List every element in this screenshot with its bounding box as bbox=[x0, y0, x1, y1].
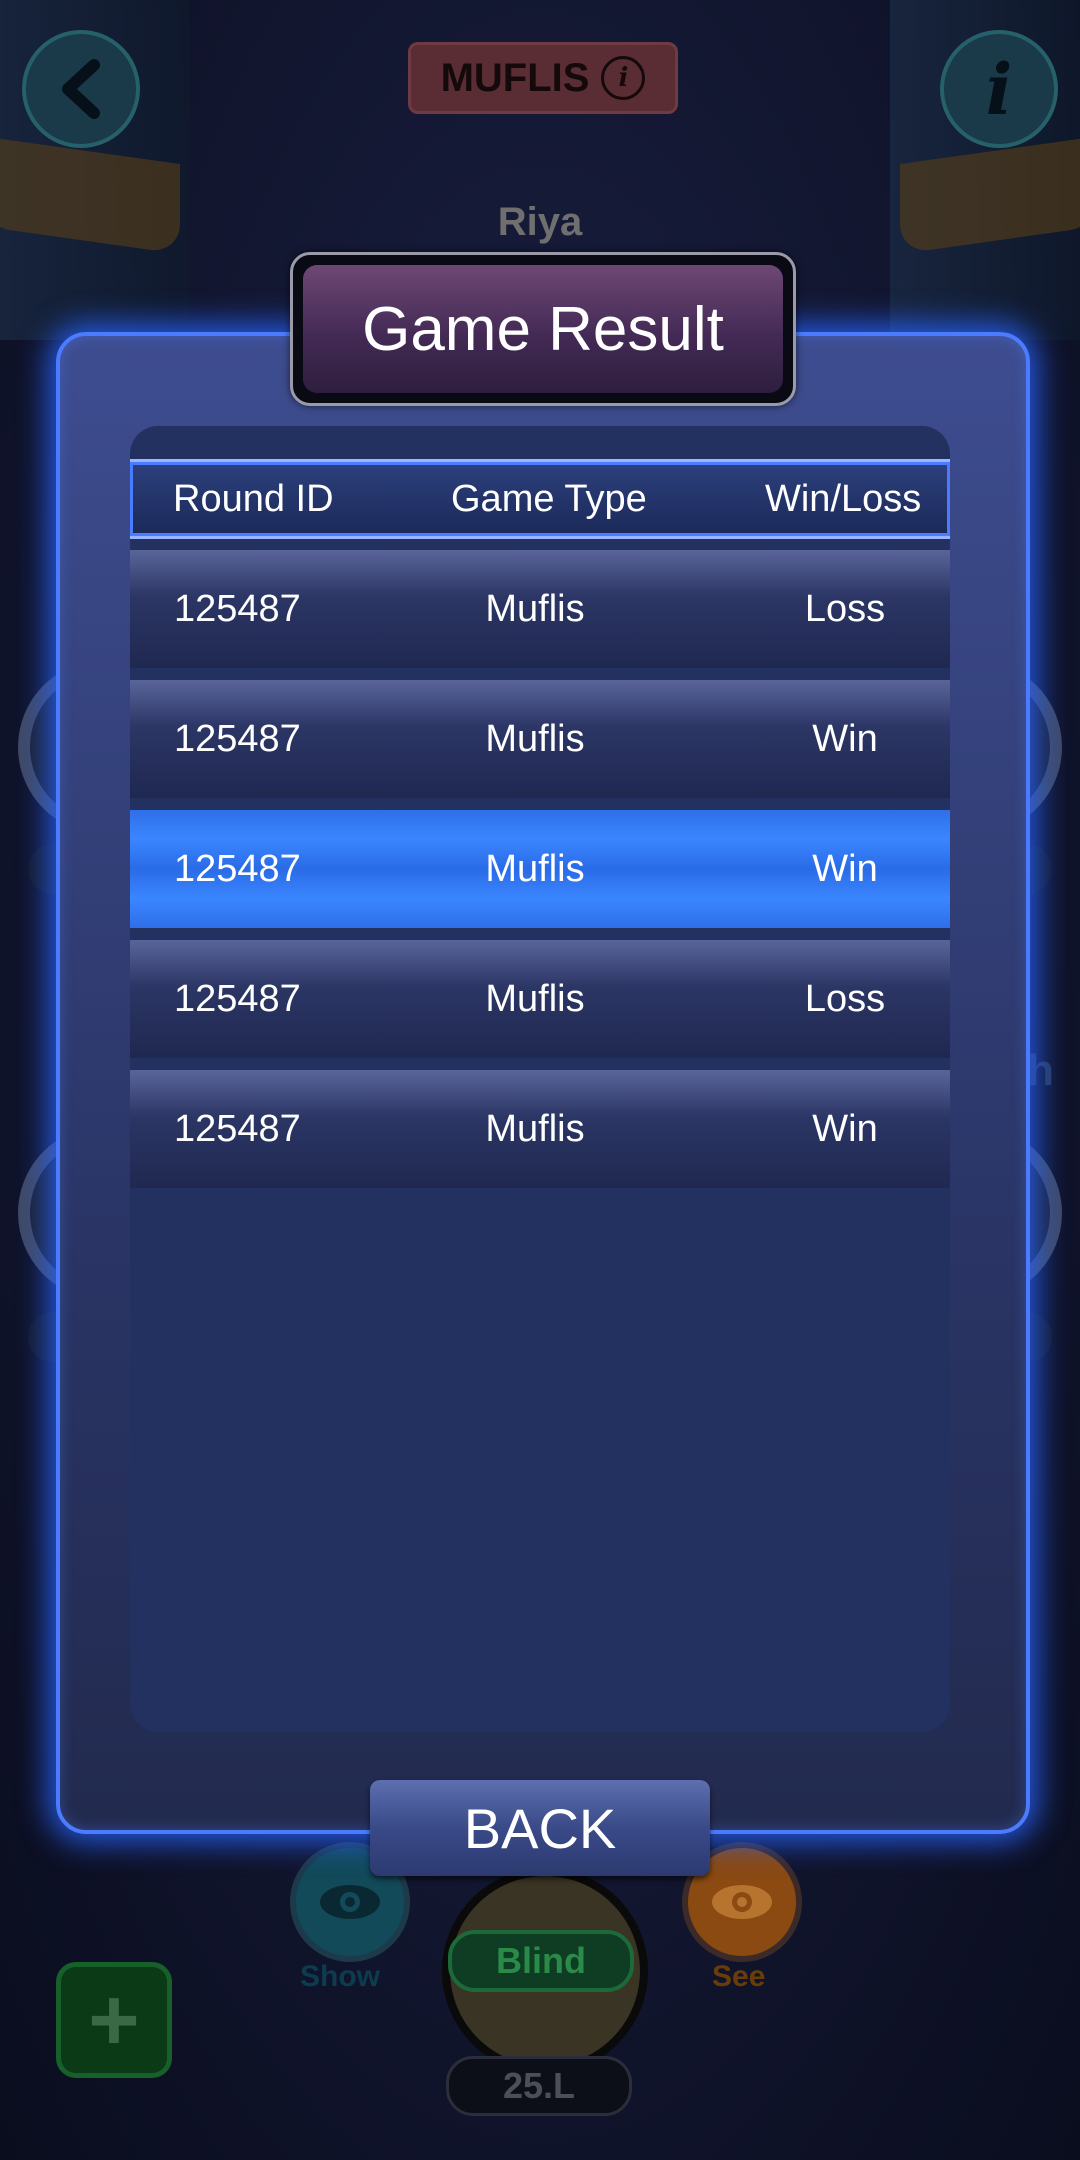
eye-icon bbox=[320, 1885, 380, 1919]
game-type-cell: Muflis bbox=[485, 848, 585, 890]
table-row[interactable]: 125487 Muflis Win bbox=[130, 680, 950, 798]
info-icon: i bbox=[601, 56, 646, 100]
result-cell: Loss bbox=[804, 588, 886, 630]
back-arrow-icon bbox=[62, 59, 100, 119]
round-id-cell: 125487 bbox=[174, 1108, 301, 1150]
blind-badge: Blind bbox=[448, 1930, 634, 1992]
info-button[interactable]: i bbox=[940, 30, 1058, 148]
dialog-title-plate: Game Result bbox=[290, 252, 796, 406]
result-cell: Loss bbox=[804, 978, 886, 1020]
back-arrow-button[interactable] bbox=[22, 30, 140, 148]
round-id-cell: 125487 bbox=[174, 718, 301, 760]
add-chips-button[interactable]: + bbox=[56, 1962, 172, 2078]
dialog-title: Game Result bbox=[303, 265, 783, 393]
game-mode-badge[interactable]: MUFLIS i bbox=[408, 42, 678, 114]
info-icon: i bbox=[985, 47, 1013, 131]
game-type-cell: Muflis bbox=[485, 588, 585, 630]
result-cell: Win bbox=[812, 1108, 878, 1150]
round-id-cell: 125487 bbox=[174, 848, 301, 890]
result-cell: Win bbox=[812, 848, 878, 890]
round-id-cell: 125487 bbox=[174, 588, 301, 630]
game-type-cell: Muflis bbox=[485, 978, 585, 1020]
table-row[interactable]: 125487 Muflis Loss bbox=[130, 940, 950, 1058]
column-header-game-type: Game Type bbox=[451, 478, 647, 520]
results-table-header: Round ID Game Type Win/Loss bbox=[130, 462, 950, 536]
column-header-round-id: Round ID bbox=[173, 478, 334, 520]
plus-icon: + bbox=[88, 1970, 140, 2069]
game-type-cell: Muflis bbox=[485, 1108, 585, 1150]
table-row-selected[interactable]: 125487 Muflis Win bbox=[130, 810, 950, 928]
player-amount: 25.L bbox=[446, 2056, 632, 2116]
table-row[interactable]: 125487 Muflis Win bbox=[130, 1070, 950, 1188]
eye-icon bbox=[712, 1885, 772, 1919]
show-label: Show bbox=[300, 1960, 380, 1993]
game-mode-label: MUFLIS bbox=[440, 55, 590, 100]
opponent-name: Riya bbox=[497, 200, 583, 244]
table-row[interactable]: 125487 Muflis Loss bbox=[130, 550, 950, 668]
seat-name-fragment: h bbox=[1027, 1046, 1054, 1095]
back-button[interactable]: BACK bbox=[370, 1780, 710, 1876]
see-label: See bbox=[712, 1960, 766, 1993]
round-id-cell: 125487 bbox=[174, 978, 301, 1020]
result-cell: Win bbox=[812, 718, 878, 760]
column-header-win-loss: Win/Loss bbox=[765, 478, 922, 520]
game-type-cell: Muflis bbox=[485, 718, 585, 760]
